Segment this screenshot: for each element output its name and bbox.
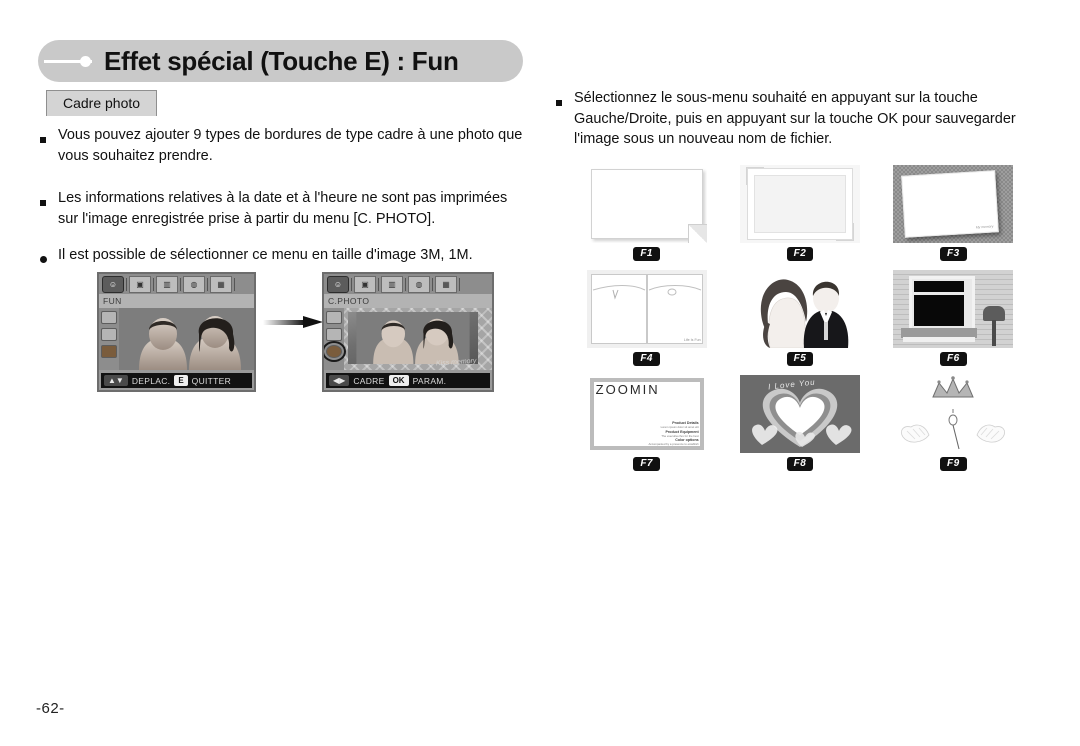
page-title: Effet spécial (Touche E) : Fun	[104, 45, 459, 76]
lcd-status-bar: ◀▶ CADRE OK PARAM.	[326, 373, 490, 388]
ok-key-icon: OK	[388, 375, 409, 386]
frame-label: F4	[633, 352, 660, 366]
frame-cell-f4[interactable]: Life Is Fun F4	[570, 270, 723, 366]
frame-label: F7	[633, 457, 660, 471]
menu-icon-camera[interactable]: ▥	[156, 275, 178, 293]
lcd-menu-title: C.PHOTO	[324, 294, 492, 308]
lcd-photo-preview	[119, 308, 254, 370]
frame-label: F2	[786, 247, 814, 261]
frame-thumb-f3: My memory	[893, 165, 1014, 243]
square-bullet-icon	[40, 125, 58, 166]
lcd-menu-bar: ☺ ▣ ▥ ◍ ▦	[324, 274, 492, 294]
lcd-side-icons	[99, 308, 119, 370]
section-tab-label: Cadre photo	[46, 90, 158, 116]
right-text-column: Sélectionnez le sous-menu souhaité en ap…	[556, 88, 1036, 166]
title-bullet-icon	[44, 55, 104, 67]
bullet-item: Il est possible de sélectionner ce menu …	[40, 245, 530, 268]
frame-cell-f6[interactable]: F6	[877, 270, 1030, 366]
side-icon-3[interactable]	[101, 345, 117, 358]
frame-cell-f5[interactable]: F5	[723, 270, 876, 366]
square-bullet-icon	[556, 88, 574, 150]
frame-thumb-f8: I Love You	[739, 375, 860, 453]
menu-icon-fun[interactable]: ☺	[102, 275, 124, 293]
square-bullet-icon	[40, 188, 58, 229]
frame-cell-f2[interactable]: F2	[723, 165, 876, 261]
lcd-status-bar: ▲▼ DEPLAC. E QUITTER	[101, 373, 252, 388]
manual-page: Effet spécial (Touche E) : Fun Cadre pho…	[0, 0, 1080, 746]
bullet-text: Les informations relatives à la date et …	[58, 190, 508, 227]
frame-cell-f8[interactable]: I Love You F8	[723, 375, 876, 471]
frame-label: F3	[939, 247, 967, 261]
menu-icon-palette[interactable]: ◍	[183, 275, 205, 293]
menu-icon-image[interactable]: ▣	[129, 275, 151, 293]
frame-cell-f3[interactable]: My memory F3	[877, 165, 1030, 261]
status-left-label: CADRE	[353, 375, 385, 386]
frame-row: Life Is Fun F4 F5 F6	[570, 270, 1030, 366]
section-tab: Cadre photo	[46, 90, 158, 116]
lcd-side-icons	[324, 308, 346, 370]
bullet-text: Il est possible de sélectionner ce menu …	[58, 247, 473, 264]
menu-icon-histogram[interactable]: ▦	[210, 275, 232, 293]
frame-caption: My memory	[975, 224, 994, 230]
frame-cell-f1[interactable]: F1	[570, 165, 723, 261]
e-key-icon: E	[174, 375, 188, 386]
circle-bullet-icon	[40, 245, 58, 268]
lcd-menu-bar: ☺ ▣ ▥ ◍ ▦	[99, 274, 254, 294]
lcd-screen-before: ☺ ▣ ▥ ◍ ▦ FUN ▲▼ DEPLAC. E QUITTER	[97, 272, 256, 392]
flow-arrow-icon	[263, 316, 323, 328]
bullet-item: Sélectionnez le sous-menu souhaité en ap…	[556, 88, 1036, 150]
side-icon-2[interactable]	[101, 328, 117, 341]
status-right-label: QUITTER	[191, 375, 232, 386]
frame-thumb-f2	[739, 165, 860, 243]
up-down-icon: ▲▼	[104, 375, 128, 386]
frame-caption: ZOOMIN	[595, 382, 660, 397]
page-number: -62-	[36, 700, 65, 717]
frame-thumb-f6	[893, 270, 1014, 348]
frame-label: F5	[786, 352, 814, 366]
frame-row: F1 F2 My memory F3	[570, 165, 1030, 261]
status-left-label: DEPLAC.	[131, 375, 171, 386]
bullet-text: Sélectionnez le sous-menu souhaité en ap…	[574, 90, 1016, 148]
side-icon-1[interactable]	[101, 311, 117, 324]
menu-icon-palette[interactable]: ◍	[408, 275, 430, 293]
lcd-menu-title: FUN	[99, 294, 254, 308]
frame-thumb-f4: Life Is Fun	[586, 270, 707, 348]
left-text-column: Vous pouvez ajouter 9 types de bordures …	[40, 125, 530, 284]
frame-row: ZOOMIN Product Details Lorem ipsum dolor …	[570, 375, 1030, 471]
frame-caption: Life Is Fun	[683, 338, 701, 342]
menu-icon-histogram[interactable]: ▦	[435, 275, 457, 293]
frame-gallery: F1 F2 My memory F3 Life Is Fun F4 F5 F6 …	[570, 165, 1030, 480]
side-icon-1[interactable]	[326, 311, 342, 324]
status-right-label: PARAM.	[412, 375, 447, 386]
frame-label: F8	[786, 457, 814, 471]
frame-label: F9	[939, 457, 967, 471]
frame-cell-f7[interactable]: ZOOMIN Product Details Lorem ipsum dolor …	[570, 375, 723, 471]
left-right-icon: ◀▶	[329, 375, 350, 386]
frame-thumb-f1	[586, 165, 707, 243]
frame-label: F1	[633, 247, 660, 261]
bullet-text: Vous pouvez ajouter 9 types de bordures …	[58, 127, 523, 164]
side-icon-2[interactable]	[326, 328, 342, 341]
lcd-screen-after: Kiss memory ☺ ▣ ▥ ◍ ▦ C.PHOTO ◀▶ CADRE O…	[322, 272, 494, 392]
side-icon-3-selected[interactable]	[324, 341, 346, 362]
frame-thumb-f9	[893, 375, 1014, 453]
lcd-photo-preview	[348, 312, 478, 364]
frame-thumb-f5	[739, 270, 860, 348]
frame-label: F6	[939, 352, 967, 366]
menu-icon-image[interactable]: ▣	[354, 275, 376, 293]
frame-cell-f9[interactable]: F9	[877, 375, 1030, 471]
menu-icon-camera[interactable]: ▥	[381, 275, 403, 293]
bullet-item: Vous pouvez ajouter 9 types de bordures …	[40, 125, 530, 166]
bullet-item: Les informations relatives à la date et …	[40, 188, 530, 229]
menu-icon-fun[interactable]: ☺	[327, 275, 349, 293]
frame-thumb-f7: ZOOMIN Product Details Lorem ipsum dolor …	[586, 375, 707, 453]
page-title-bar: Effet spécial (Touche E) : Fun	[38, 40, 523, 82]
frame-fine-print: Product Details Lorem ipsum dolor sit ame…	[648, 421, 699, 447]
